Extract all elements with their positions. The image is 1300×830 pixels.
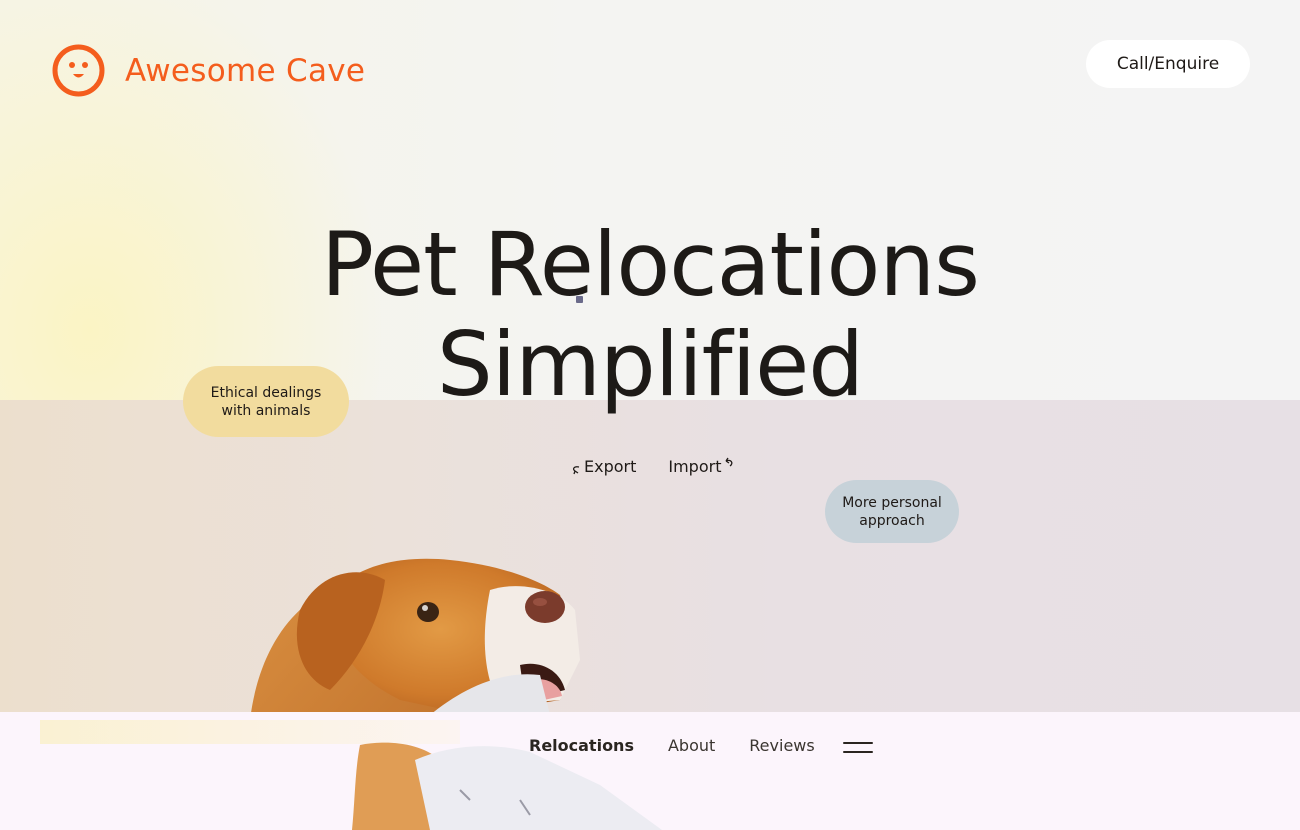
nav-item-relocations[interactable]: Relocations <box>529 736 634 755</box>
smiley-face-icon <box>52 44 105 97</box>
hero-band <box>0 400 1300 720</box>
brand-name: Awesome Cave <box>125 52 366 89</box>
brand-logo[interactable]: Awesome Cave <box>52 44 365 97</box>
headline-line-2: Simplified <box>436 313 864 416</box>
import-arrow-icon <box>725 457 733 467</box>
badge-ethical: Ethical dealings with animals <box>183 366 349 437</box>
export-label: Export <box>584 456 637 476</box>
badge-personal-label: More personal approach <box>842 494 942 529</box>
import-label: Import <box>668 456 722 476</box>
main-nav: Relocations About Reviews <box>529 736 849 755</box>
call-enquire-button[interactable]: Call/Enquire <box>1086 40 1250 88</box>
footer-glow <box>40 720 460 744</box>
export-arrow-icon <box>572 466 580 475</box>
hamburger-menu-icon[interactable] <box>843 740 873 754</box>
hero-actions: Export Import <box>570 456 735 476</box>
cursor-marker <box>576 296 583 303</box>
nav-item-reviews[interactable]: Reviews <box>749 736 814 755</box>
badge-personal: More personal approach <box>825 480 959 543</box>
headline-line-1: Pet Relocations <box>321 213 980 316</box>
export-button[interactable]: Export <box>570 456 636 476</box>
import-button[interactable]: Import <box>668 456 735 476</box>
badge-ethical-label: Ethical dealings with animals <box>210 384 322 419</box>
nav-item-about[interactable]: About <box>668 736 715 755</box>
